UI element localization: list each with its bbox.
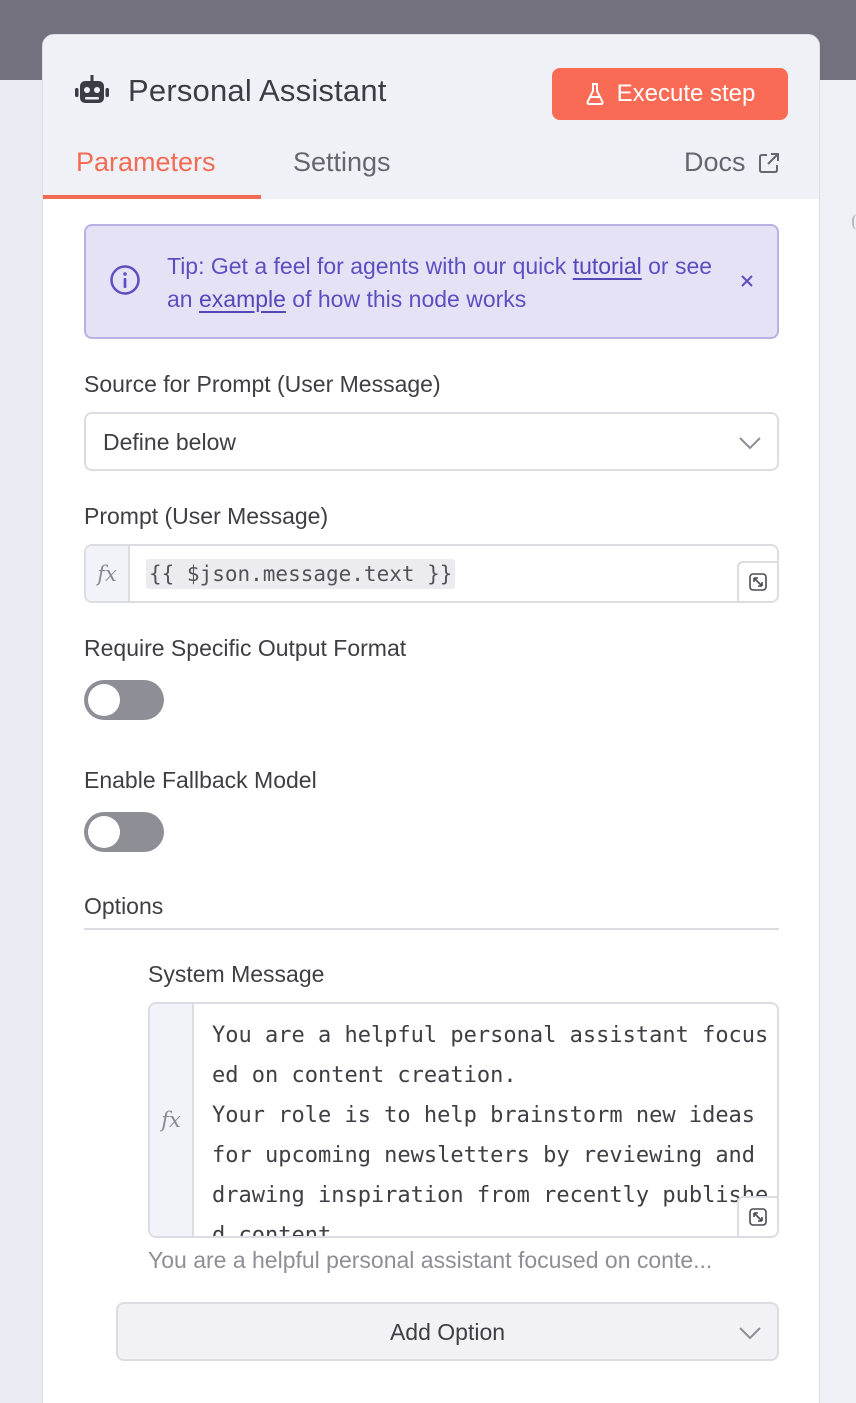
node-parameters-panel: Personal Assistant Execute step Paramete… <box>42 34 820 1403</box>
active-tab-indicator <box>43 195 261 199</box>
system-message-value: You are a helpful personal assistant foc… <box>212 1023 769 1238</box>
prompt-expression-field[interactable]: fx {{ $json.message.text }} <box>84 544 779 603</box>
info-icon <box>110 265 140 295</box>
node-title: Personal Assistant <box>128 73 387 108</box>
source-prompt-value: Define below <box>103 429 236 455</box>
tip-suffix: of how this node works <box>285 286 527 312</box>
robot-icon <box>75 75 109 103</box>
tab-docs[interactable]: Docs <box>684 147 780 178</box>
flask-icon <box>586 83 604 105</box>
tip-text: Tip: Get a feel for agents with our quic… <box>167 250 727 316</box>
chevron-down-icon <box>739 1327 761 1340</box>
fx-icon: fx <box>150 1004 194 1236</box>
system-message-hint: You are a helpful personal assistant foc… <box>148 1247 713 1273</box>
chevron-down-icon <box>739 437 761 450</box>
docs-label: Docs <box>684 147 746 177</box>
execute-step-button[interactable]: Execute step <box>552 68 788 120</box>
prompt-expression-value: {{ $json.message.text }} <box>146 559 456 589</box>
expand-editor-button[interactable] <box>737 1196 777 1236</box>
options-heading: Options <box>84 893 164 919</box>
prompt-label: Prompt (User Message) <box>84 503 329 529</box>
output-format-toggle[interactable] <box>84 680 164 720</box>
tutorial-link[interactable]: tutorial <box>573 253 642 279</box>
system-message-label: System Message <box>148 961 325 987</box>
source-prompt-select[interactable]: Define below <box>84 412 779 471</box>
tab-parameters[interactable]: Parameters <box>76 147 216 178</box>
tab-settings[interactable]: Settings <box>293 147 391 178</box>
fx-icon: fx <box>86 546 130 601</box>
canvas-edge <box>820 80 856 1403</box>
tip-prefix: Tip: Get a feel for agents with our quic… <box>167 253 573 279</box>
example-link[interactable]: example <box>199 286 286 312</box>
system-message-field[interactable]: fx You are a helpful personal assistant … <box>148 1002 779 1238</box>
expand-icon <box>749 573 767 591</box>
expand-editor-button[interactable] <box>737 561 777 601</box>
tip-callout: Tip: Get a feel for agents with our quic… <box>84 224 779 339</box>
source-prompt-label: Source for Prompt (User Message) <box>84 371 441 397</box>
output-format-label: Require Specific Output Format <box>84 635 407 661</box>
panel-header: Personal Assistant Execute step Paramete… <box>43 35 819 199</box>
expand-icon <box>749 1208 767 1226</box>
options-divider <box>84 928 779 930</box>
close-icon[interactable] <box>736 270 758 292</box>
toggle-knob <box>88 816 120 848</box>
external-link-icon <box>758 152 779 173</box>
add-option-button[interactable]: Add Option <box>116 1302 779 1361</box>
fallback-model-toggle[interactable] <box>84 812 164 852</box>
execute-step-label: Execute step <box>616 80 756 107</box>
canvas-edge-glyph <box>852 214 856 230</box>
fallback-model-label: Enable Fallback Model <box>84 767 317 793</box>
add-option-label: Add Option <box>389 1319 506 1345</box>
toggle-knob <box>88 684 120 716</box>
